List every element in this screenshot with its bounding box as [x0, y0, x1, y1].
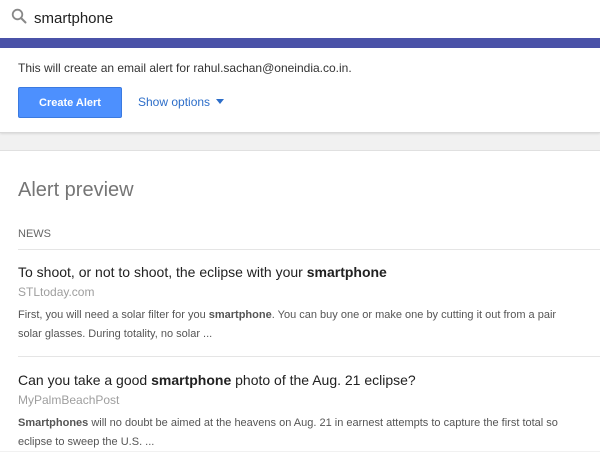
search-bar: [0, 0, 600, 38]
article-title-text: To shoot, or not to shoot, the eclipse w…: [18, 264, 307, 280]
divider: [18, 249, 600, 250]
create-alert-button[interactable]: Create Alert: [18, 87, 122, 118]
snippet-text: will no doubt be aimed at the heavens on…: [88, 417, 558, 429]
article-title-text: photo of the Aug. 21 eclipse?: [231, 372, 416, 388]
list-item: Can you take a good smartphone photo of …: [18, 371, 600, 452]
header-accent-bar: [0, 38, 600, 48]
alert-preview-panel: Alert preview NEWS To shoot, or not to s…: [0, 150, 600, 451]
show-options-link[interactable]: Show options: [138, 95, 225, 109]
alert-options-card: This will create an email alert for rahu…: [0, 48, 600, 133]
article-title-text: Can you take a good: [18, 372, 152, 388]
search-input[interactable]: [34, 7, 574, 29]
article-source: STLtoday.com: [18, 285, 95, 299]
snippet-text: . You can buy one or make one by cutting…: [271, 309, 557, 321]
show-options-label: Show options: [138, 95, 211, 109]
article-title-highlight: smartphone: [306, 264, 387, 280]
snippet-text: eclipse to sweep the U.S. ...: [18, 436, 155, 448]
search-icon: [11, 8, 27, 24]
snippet-highlight: Smartphones: [18, 417, 89, 429]
article-snippet: Smartphones will no doubt be aimed at th…: [18, 414, 600, 452]
divider: [18, 356, 600, 357]
preview-title: Alert preview: [18, 179, 134, 201]
chevron-down-icon: [216, 99, 225, 104]
article-title-link[interactable]: Can you take a good smartphone photo of …: [18, 371, 600, 389]
snippet-highlight: smartphone: [208, 309, 272, 321]
snippet-text: solar glasses. During totality, no solar…: [18, 328, 213, 340]
section-label-news: NEWS: [18, 228, 51, 240]
article-snippet: First, you will need a solar filter for …: [18, 306, 600, 344]
article-title-highlight: smartphone: [151, 372, 232, 388]
article-title-link[interactable]: To shoot, or not to shoot, the eclipse w…: [18, 263, 600, 281]
list-item: To shoot, or not to shoot, the eclipse w…: [18, 263, 600, 344]
article-source: MyPalmBeachPost: [18, 393, 120, 407]
alert-email-info: This will create an email alert for rahu…: [18, 61, 352, 75]
snippet-text: First, you will need a solar filter for …: [18, 309, 209, 321]
